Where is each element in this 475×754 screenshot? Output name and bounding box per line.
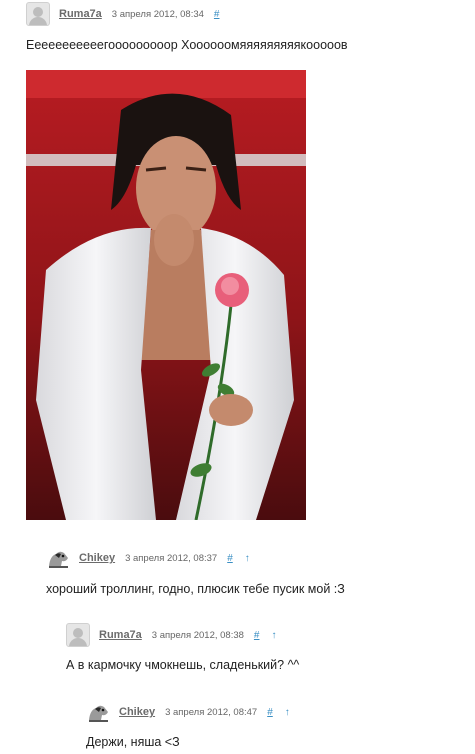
permalink[interactable]: # [227, 553, 233, 564]
permalink[interactable]: # [267, 707, 273, 718]
author-link[interactable]: Ruma7a [59, 8, 102, 20]
comment-text: Держи, няша <З [86, 735, 180, 749]
comment-3: Ruma7a 3 апреля 2012, 08:38 # ↑ А в карм… [66, 623, 299, 672]
comment-1: Ruma7a 3 апреля 2012, 08:34 # Ееееееееее… [26, 2, 348, 52]
comment-text: Ееееееееееегооооооооор Хоооооомяяяяяяяяя… [26, 38, 348, 52]
comment-header: Chikey 3 апреля 2012, 08:37 # ↑ [46, 546, 345, 570]
comment-date: 3 апреля 2012, 08:38 [151, 629, 244, 641]
permalink[interactable]: # [214, 9, 220, 20]
comment-date: 3 апреля 2012, 08:47 [165, 706, 258, 718]
comment-header: Chikey 3 апреля 2012, 08:47 # ↑ [86, 700, 290, 724]
parent-link[interactable]: ↑ [271, 630, 276, 641]
comment-text: хороший троллинг, годно, плюсик тебе пус… [46, 582, 345, 596]
comment-header: Ruma7a 3 апреля 2012, 08:38 # ↑ [66, 623, 299, 647]
author-link[interactable]: Chikey [119, 706, 155, 718]
dog-avatar-icon[interactable] [86, 700, 110, 724]
comment-text: А в кармочку чмокнешь, сладенький? ^^ [66, 658, 300, 672]
comment-header: Ruma7a 3 апреля 2012, 08:34 # [26, 2, 348, 26]
comment-date: 3 апреля 2012, 08:34 [111, 8, 204, 20]
default-avatar-icon[interactable] [66, 623, 90, 647]
comment-date: 3 апреля 2012, 08:37 [125, 552, 218, 564]
photo-illustration [26, 70, 306, 520]
comment-4: Chikey 3 апреля 2012, 08:47 # ↑ Держи, н… [86, 700, 290, 749]
comment-photo [26, 70, 306, 520]
permalink[interactable]: # [254, 630, 260, 641]
dog-avatar-icon[interactable] [46, 546, 70, 570]
default-avatar-icon[interactable] [26, 2, 50, 26]
author-link[interactable]: Chikey [79, 552, 115, 564]
parent-link[interactable]: ↑ [285, 707, 290, 718]
parent-link[interactable]: ↑ [245, 553, 250, 564]
comment-2: Chikey 3 апреля 2012, 08:37 # ↑ хороший … [46, 546, 345, 596]
author-link[interactable]: Ruma7a [99, 629, 142, 641]
